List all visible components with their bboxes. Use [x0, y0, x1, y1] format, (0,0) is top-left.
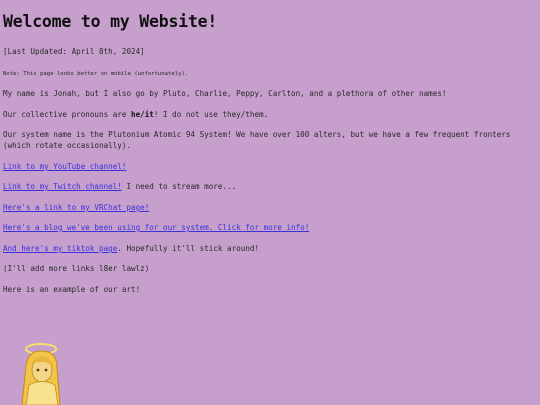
- twitch-line: Link to my Twitch channel! I need to str…: [3, 182, 236, 193]
- pronouns-after: ! I do not use they/them.: [153, 110, 269, 119]
- mobile-note: Note: This page looks better on mobile (…: [3, 71, 189, 77]
- intro-text: My name is Jonah, but I also go by Pluto…: [3, 89, 447, 98]
- page-title: Welcome to my Website!: [3, 12, 218, 31]
- pronouns-before: Our collective pronouns are: [3, 110, 132, 119]
- art-image: [21, 343, 61, 405]
- pronouns-text: Our collective pronouns are he/it! I do …: [3, 110, 268, 121]
- art-intro: Here is an example of our art!: [3, 285, 141, 294]
- youtube-link[interactable]: Link to my YouTube channel!: [3, 162, 126, 171]
- vrchat-line: Here's a link to my VRChat page!: [3, 203, 149, 214]
- twitch-link[interactable]: Link to my Twitch channel!: [3, 182, 122, 191]
- system-text: Our system name is the Plutonium Atomic …: [3, 130, 511, 150]
- last-updated: [Last Updated: April 8th, 2024]: [3, 47, 145, 56]
- youtube-line: Link to my YouTube channel!: [3, 162, 126, 173]
- twitch-note: I need to stream more...: [121, 182, 237, 191]
- tiktok-line: And here's my tiktok page. Hopefully it'…: [3, 244, 259, 255]
- tiktok-note: . Hopefully it'll stick around!: [117, 244, 260, 253]
- more-links-note: (I'll add more links l8er lawlz): [3, 264, 150, 273]
- vrchat-link[interactable]: Here's a link to my VRChat page!: [3, 203, 149, 212]
- eye-left: [36, 368, 40, 372]
- blog-link[interactable]: Here's a blog we've been using for our s…: [3, 223, 309, 232]
- tiktok-link[interactable]: And here's my tiktok page: [3, 244, 117, 253]
- eye-right: [44, 368, 48, 372]
- pronouns-bold: he/it: [131, 110, 154, 119]
- blog-line: Here's a blog we've been using for our s…: [3, 223, 309, 234]
- body: [25, 381, 59, 405]
